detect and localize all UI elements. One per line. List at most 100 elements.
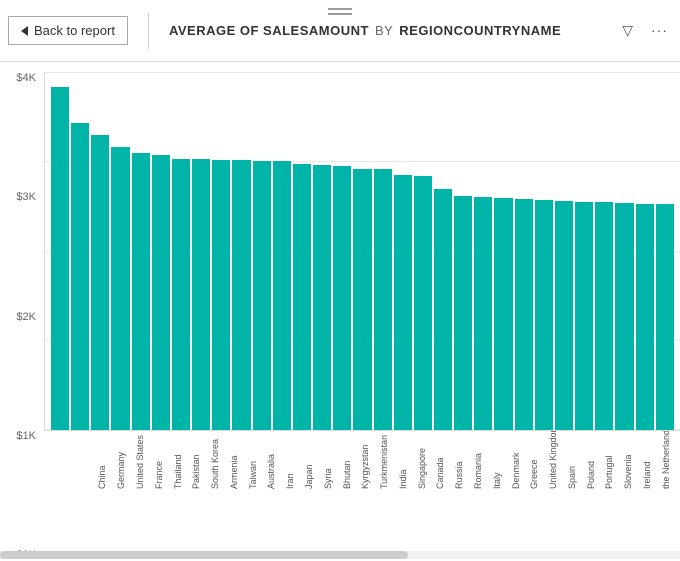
x-label-col: Australia — [263, 431, 280, 491]
x-label: Greece — [529, 431, 539, 489]
x-label: Armenia — [229, 431, 239, 489]
bar-col — [454, 76, 472, 430]
x-label-col: United Kingdom — [545, 431, 562, 491]
x-label-col: Portugal — [601, 431, 618, 491]
x-label: Singapore — [417, 431, 427, 489]
bar[interactable] — [374, 169, 392, 430]
bar-col — [434, 76, 452, 430]
back-button[interactable]: Back to report — [8, 16, 128, 45]
x-label: Spain — [567, 431, 577, 489]
x-label: Romania — [473, 431, 483, 489]
bar[interactable] — [192, 159, 210, 430]
x-label-col: Thailand — [169, 431, 186, 491]
bar[interactable] — [494, 198, 512, 430]
x-label: Denmark — [511, 431, 521, 489]
scrollbar-thumb[interactable] — [0, 551, 408, 559]
bar[interactable] — [152, 155, 170, 430]
y-label-1k: $1K — [16, 430, 40, 442]
bar[interactable] — [515, 199, 533, 430]
bar[interactable] — [434, 189, 452, 430]
bar[interactable] — [333, 166, 351, 430]
bar-col — [293, 76, 311, 430]
x-label: Slovenia — [623, 431, 633, 489]
bar[interactable] — [474, 197, 492, 430]
bar[interactable] — [232, 160, 250, 430]
bar[interactable] — [575, 202, 593, 430]
bar-col — [414, 76, 432, 430]
title-field: REGIONCOUNTRYNAME — [399, 23, 561, 38]
bar[interactable] — [212, 160, 230, 430]
x-label-col: Japan — [301, 431, 318, 491]
bar[interactable] — [615, 203, 633, 430]
top-bar-right: ▽ ··· — [618, 20, 672, 42]
bar-col — [394, 76, 412, 430]
top-bar-left: Back to report AVERAGE OF SALESAMOUNT BY… — [8, 13, 561, 49]
x-label: Pakistan — [191, 431, 201, 489]
bar[interactable] — [172, 159, 190, 430]
filter-button[interactable]: ▽ — [618, 20, 637, 42]
bar-col — [192, 76, 210, 430]
x-label: India — [398, 431, 408, 489]
bar[interactable] — [91, 135, 109, 430]
bar-col — [152, 76, 170, 430]
bar[interactable] — [414, 176, 432, 430]
bar[interactable] — [656, 204, 674, 430]
more-options-button[interactable]: ··· — [647, 20, 672, 42]
bar[interactable] — [51, 87, 69, 430]
bottom-scrollbar[interactable] — [0, 551, 680, 559]
bar-col — [656, 76, 674, 430]
bar[interactable] — [353, 169, 371, 431]
bar[interactable] — [71, 123, 89, 430]
bar[interactable] — [293, 164, 311, 430]
chart-inner: ChinaGermanyUnited StatesFranceThailandP… — [44, 72, 680, 491]
bar-col — [273, 76, 291, 430]
x-label: Australia — [266, 431, 276, 489]
x-label-col: Spain — [564, 431, 581, 491]
bar-col — [636, 76, 654, 430]
chart-title: AVERAGE OF SALESAMOUNT BY REGIONCOUNTRYN… — [169, 23, 561, 38]
title-metric: AVERAGE OF SALESAMOUNT — [169, 23, 369, 38]
x-label-col: Kyrgyzstan — [357, 431, 374, 491]
bar[interactable] — [535, 200, 553, 430]
x-label-col: Armenia — [225, 431, 242, 491]
bar-col — [253, 76, 271, 430]
x-label: Germany — [116, 431, 126, 489]
bar[interactable] — [555, 201, 573, 430]
bar-col — [51, 76, 69, 430]
bar[interactable] — [636, 204, 654, 430]
x-label-col: Turkmenistan — [376, 431, 393, 491]
x-labels: ChinaGermanyUnited StatesFranceThailandP… — [88, 431, 680, 491]
bars-container — [45, 72, 680, 430]
x-label: Canada — [435, 431, 445, 489]
bar-col — [595, 76, 613, 430]
bar[interactable] — [454, 196, 472, 430]
x-label-col: Singapore — [413, 431, 430, 491]
bar[interactable] — [273, 161, 291, 430]
bar-col — [494, 76, 512, 430]
x-label-col: Canada — [432, 431, 449, 491]
bar[interactable] — [253, 161, 271, 430]
x-label: Iran — [285, 431, 295, 489]
bar-col — [172, 76, 190, 430]
bar[interactable] — [595, 202, 613, 430]
filter-icon: ▽ — [622, 22, 633, 38]
x-label-col: Greece — [526, 431, 543, 491]
x-label: the Netherlands — [661, 431, 671, 489]
bar-col — [313, 76, 331, 430]
x-label-col: Denmark — [507, 431, 524, 491]
x-label: South Korea — [210, 431, 220, 489]
drag-handle — [328, 8, 352, 15]
bar-col — [535, 76, 553, 430]
bar[interactable] — [132, 153, 150, 430]
bar[interactable] — [394, 175, 412, 430]
bar-col — [212, 76, 230, 430]
bar-col — [71, 76, 89, 430]
x-label: Thailand — [173, 431, 183, 489]
x-label: Taiwan — [248, 431, 258, 489]
x-label: United Kingdom — [548, 431, 558, 489]
more-icon: ··· — [651, 22, 668, 38]
x-label-col: Germany — [113, 431, 130, 491]
x-label: Bhutan — [342, 431, 352, 489]
bar[interactable] — [111, 147, 129, 430]
bar[interactable] — [313, 165, 331, 431]
